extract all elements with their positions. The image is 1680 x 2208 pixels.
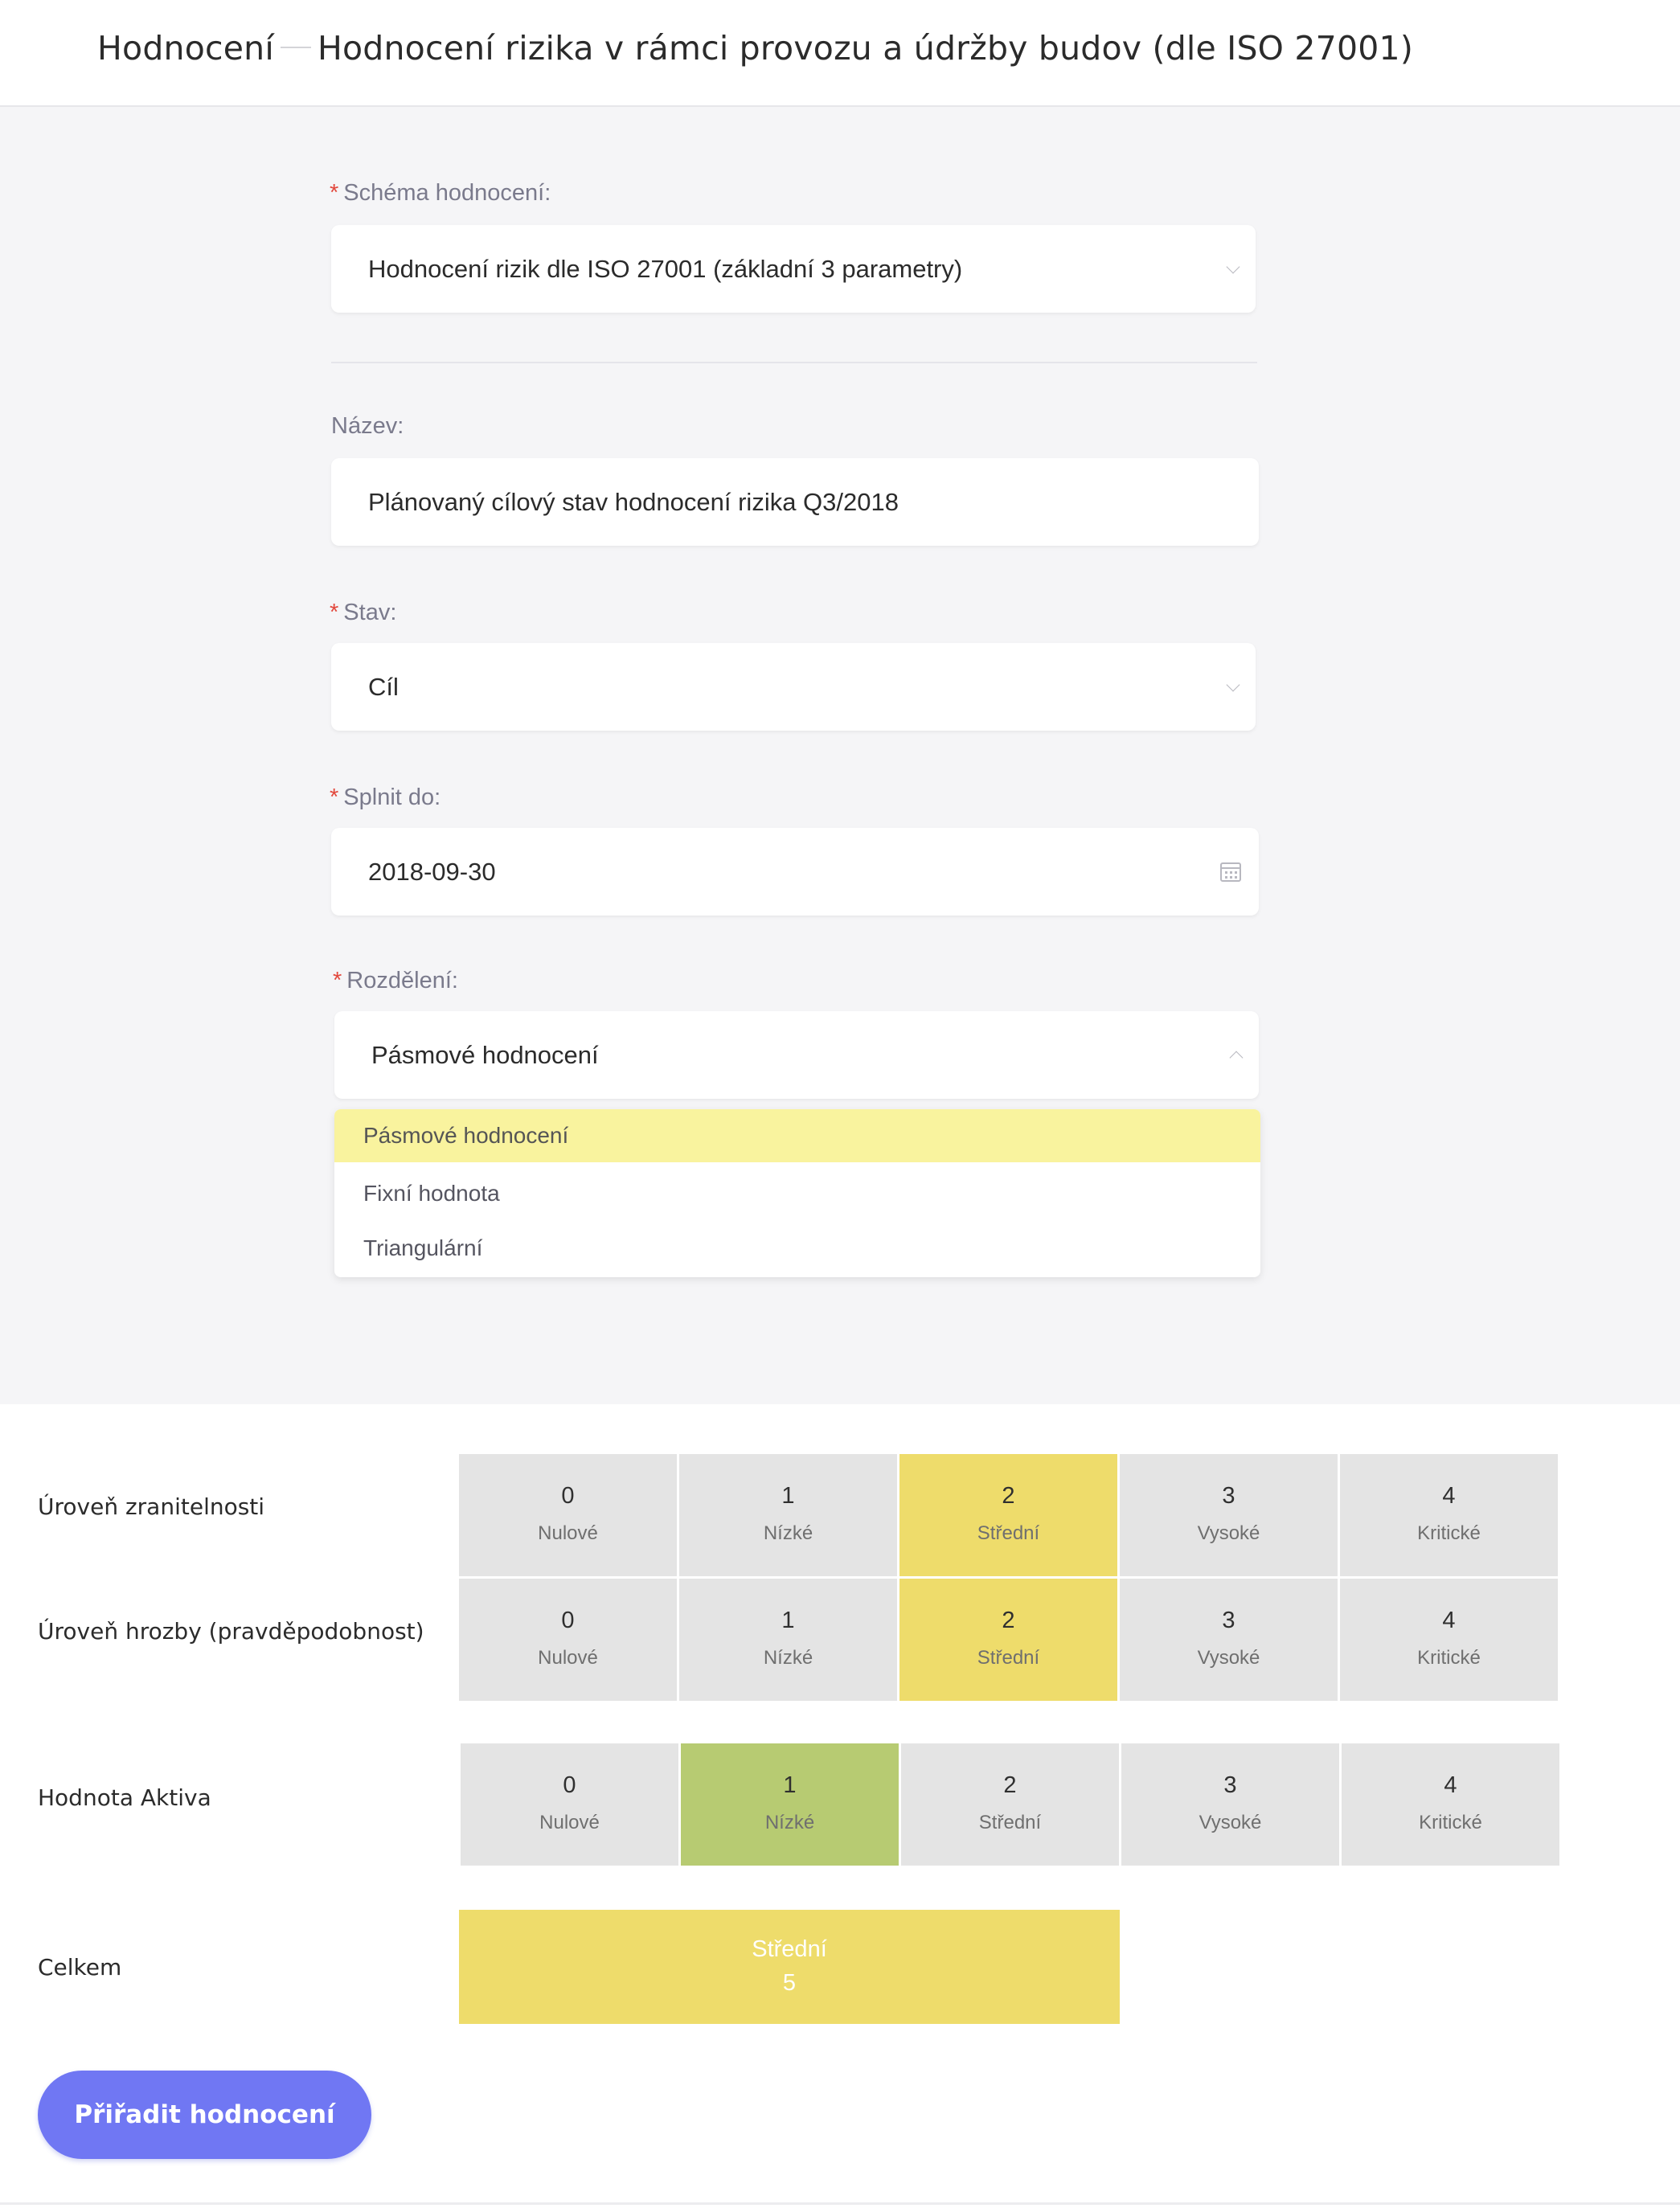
rating-cell[interactable]: 2 Střední <box>899 1579 1117 1701</box>
rating-cell-level: Střední <box>978 1812 1042 1833</box>
dropdown-option-triangularni[interactable]: Triangulární <box>334 1222 1260 1275</box>
distribution-value: Pásmové hodnocení <box>371 1040 599 1069</box>
rating-cell-number: 3 <box>1223 1772 1237 1798</box>
chevron-down-icon <box>1226 678 1240 691</box>
page-bottom-border <box>0 2202 1680 2205</box>
rating-cell[interactable]: 0 Nulové <box>459 1579 677 1701</box>
calendar-icon[interactable] <box>1220 862 1241 882</box>
total-level: Střední <box>752 1936 827 1962</box>
total-label: Celkem <box>38 1954 122 1981</box>
rating-cell[interactable]: 0 Nulové <box>459 1454 677 1576</box>
distribution-label: * Rozdělení: <box>333 968 458 993</box>
threat-label: Úroveň hrozby (pravděpodobnost) <box>38 1618 424 1645</box>
rating-cell[interactable]: 1 Nízké <box>679 1454 897 1576</box>
due-label: * Splnit do: <box>330 784 441 810</box>
rating-cell-level: Kritické <box>1419 1812 1482 1833</box>
total-result: Střední 5 <box>459 1910 1120 2024</box>
rating-cell-level: Nulové <box>538 1647 598 1669</box>
chevron-up-icon <box>1229 1051 1244 1064</box>
rating-cell-number: 0 <box>561 1608 575 1633</box>
rating-cell-level: Kritické <box>1417 1522 1481 1544</box>
asset-value-label: Hodnota Aktiva <box>38 1784 211 1811</box>
rating-cell[interactable]: 4 Kritické <box>1342 1743 1559 1866</box>
state-select[interactable]: Cíl <box>331 643 1256 731</box>
distribution-dropdown: Pásmové hodnocení Fixní hodnota Triangul… <box>334 1109 1260 1277</box>
breadcrumb-separator <box>280 47 311 48</box>
breadcrumb-title: Hodnocení rizika v rámci provozu a údržb… <box>317 29 1414 68</box>
schema-label: * Schéma hodnocení: <box>330 180 551 206</box>
rating-cell-number: 2 <box>1002 1608 1015 1633</box>
rating-cell-number: 0 <box>563 1772 576 1798</box>
required-mark: * <box>330 600 339 625</box>
required-mark: * <box>330 784 339 810</box>
dropdown-option-pasmove[interactable]: Pásmové hodnocení <box>334 1109 1260 1162</box>
rating-cell-level: Nulové <box>538 1522 598 1544</box>
rating-cell[interactable]: 4 Kritické <box>1340 1454 1558 1576</box>
schema-value: Hodnocení rizik dle ISO 27001 (základní … <box>368 254 963 283</box>
rating-cell[interactable]: 2 Střední <box>901 1743 1119 1866</box>
rating-cell-number: 4 <box>1442 1608 1456 1633</box>
rating-cell-number: 0 <box>561 1483 575 1509</box>
name-value: Plánovaný cílový stav hodnocení rizika Q… <box>368 487 899 516</box>
rating-cell[interactable]: 1 Nízké <box>681 1743 899 1866</box>
rating-cell-level: Vysoké <box>1197 1647 1260 1669</box>
rating-cell-level: Střední <box>977 1522 1040 1544</box>
name-input[interactable]: Plánovaný cílový stav hodnocení rizika Q… <box>331 458 1259 546</box>
rating-cell-level: Vysoké <box>1197 1522 1260 1544</box>
rating-cell-number: 3 <box>1222 1483 1235 1509</box>
required-mark: * <box>333 968 342 993</box>
name-label: Název: <box>331 413 404 439</box>
rating-cell-number: 4 <box>1444 1772 1457 1798</box>
required-mark: * <box>330 180 339 206</box>
vulnerability-label: Úroveň zranitelnosti <box>38 1493 265 1520</box>
rating-cell-level: Nízké <box>764 1812 815 1833</box>
breadcrumb-section[interactable]: Hodnocení <box>97 29 274 68</box>
rating-cell[interactable]: 3 Vysoké <box>1120 1579 1338 1701</box>
rating-cell-level: Kritické <box>1417 1647 1481 1669</box>
rating-cell-number: 2 <box>1003 1772 1017 1798</box>
state-label: * Stav: <box>330 600 397 625</box>
rating-cell-level: Vysoké <box>1199 1812 1262 1833</box>
rating-cell[interactable]: 3 Vysoké <box>1121 1743 1339 1866</box>
due-date-input[interactable]: 2018-09-30 <box>331 828 1259 916</box>
schema-select[interactable]: Hodnocení rizik dle ISO 27001 (základní … <box>331 225 1256 313</box>
assign-rating-button[interactable]: Přiřadit hodnocení <box>38 2071 371 2159</box>
rating-cell-number: 4 <box>1442 1483 1456 1509</box>
rating-cell[interactable]: 4 Kritické <box>1340 1579 1558 1701</box>
rating-cell[interactable]: 3 Vysoké <box>1120 1454 1338 1576</box>
state-value: Cíl <box>368 672 399 701</box>
rating-cell-number: 3 <box>1222 1608 1235 1633</box>
rating-cell[interactable]: 1 Nízké <box>679 1579 897 1701</box>
form-divider <box>331 362 1257 363</box>
rating-cell-level: Nízké <box>763 1522 813 1544</box>
page-header: Hodnocení Hodnocení rizika v rámci provoz… <box>0 0 1680 107</box>
total-value: 5 <box>782 1970 797 1996</box>
dropdown-option-fixni[interactable]: Fixní hodnota <box>334 1167 1260 1220</box>
rating-cell-level: Nízké <box>763 1647 813 1669</box>
rating-cell-level: Nulové <box>539 1812 600 1833</box>
rating-cell[interactable]: 2 Střední <box>899 1454 1117 1576</box>
page-title: Hodnocení Hodnocení rizika v rámci provoz… <box>97 29 1413 68</box>
rating-cell[interactable]: 0 Nulové <box>461 1743 678 1866</box>
rating-cell-number: 2 <box>1002 1483 1015 1509</box>
due-date-value: 2018-09-30 <box>368 857 496 886</box>
rating-cell-number: 1 <box>783 1772 797 1798</box>
rating-cell-number: 1 <box>781 1483 795 1509</box>
chevron-down-icon <box>1226 260 1240 273</box>
rating-cell-number: 1 <box>781 1608 795 1633</box>
rating-cell-level: Střední <box>977 1647 1040 1669</box>
distribution-select[interactable]: Pásmové hodnocení <box>334 1011 1259 1099</box>
